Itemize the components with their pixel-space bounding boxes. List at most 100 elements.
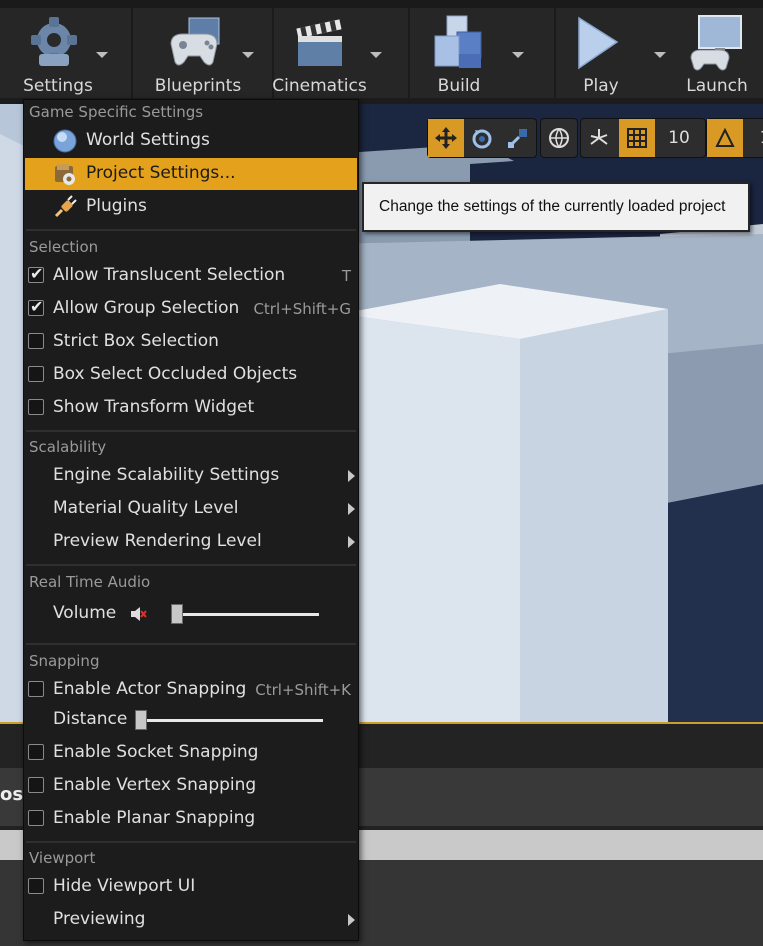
menu-item-box-select-occluded[interactable]: Box Select Occluded Objects [25, 359, 357, 391]
checkbox-unchecked[interactable] [28, 366, 44, 382]
menu-item-label: Previewing [53, 909, 146, 929]
project-settings-icon [55, 164, 75, 185]
submenu-arrow-icon [348, 536, 355, 548]
checkbox-unchecked[interactable] [28, 878, 44, 894]
menu-item-preview-rendering[interactable]: Preview Rendering Level [25, 526, 357, 558]
grid-icon [627, 128, 647, 148]
menu-item-engine-scalability[interactable]: Engine Scalability Settings [25, 460, 357, 492]
launch-label: Launch [686, 76, 748, 96]
submenu-arrow-icon [348, 914, 355, 926]
translate-mode-button[interactable] [428, 119, 464, 157]
gear-icon [31, 17, 77, 66]
menu-item-label: Project Settings... [86, 163, 236, 183]
menu-item-enable-actor-snapping[interactable]: Enable Actor Snapping Ctrl+Shift+K [25, 674, 357, 706]
main-toolbar: Settings Blueprints Cinematics Build Pla… [0, 0, 763, 104]
play-label: Play [583, 76, 619, 96]
menu-item-project-settings[interactable]: Project Settings... [25, 158, 357, 190]
checkbox-unchecked[interactable] [28, 744, 44, 760]
menu-item-label: Engine Scalability Settings [53, 465, 280, 485]
section-audio-heading: Real Time Audio [29, 573, 151, 591]
settings-label: Settings [23, 76, 93, 96]
menu-item-material-quality[interactable]: Material Quality Level [25, 493, 357, 525]
transform-mode-group [427, 118, 537, 158]
launch-monitor-icon [690, 15, 742, 71]
menu-item-allow-translucent-selection[interactable]: ✔ Allow Translucent Selection T [25, 260, 357, 292]
section-selection-heading: Selection [29, 238, 99, 256]
project-settings-tooltip: Change the settings of the currently loa… [362, 182, 750, 232]
scale-icon [507, 129, 527, 149]
surface-snap-icon [590, 129, 608, 145]
tooltip-text: Change the settings of the currently loa… [379, 198, 726, 215]
volume-slider-thumb[interactable] [171, 604, 183, 624]
shortcut-label: Ctrl+Shift+G [253, 300, 351, 318]
cinematics-button[interactable]: Cinematics [272, 8, 392, 98]
volume-label: Volume [53, 603, 117, 623]
menu-item-enable-vertex-snapping[interactable]: Enable Vertex Snapping [25, 770, 357, 802]
checkbox-checked[interactable]: ✔ [28, 264, 44, 283]
scale-mode-button[interactable] [500, 119, 536, 157]
settings-button[interactable]: Settings [10, 8, 110, 98]
submenu-arrow-icon [348, 470, 355, 482]
mute-speaker-icon[interactable] [129, 605, 147, 623]
grid-snap-value: 10 [668, 128, 690, 148]
blueprints-label: Blueprints [154, 76, 242, 96]
rotate-mode-button[interactable] [464, 119, 500, 157]
section-viewport-heading: Viewport [29, 849, 96, 867]
menu-divider [26, 564, 356, 566]
menu-item-show-transform-widget[interactable]: Show Transform Widget [25, 392, 357, 424]
cinematics-label: Cinematics [272, 76, 367, 96]
launch-button[interactable]: Launch [676, 8, 760, 98]
menu-item-label: Hide Viewport UI [53, 876, 196, 896]
checkbox-checked[interactable]: ✔ [28, 297, 44, 316]
menu-item-label: World Settings [86, 130, 210, 150]
globe-outline-icon [549, 128, 569, 149]
toolbar-top-strip [0, 0, 763, 8]
clapperboard-icon [296, 19, 342, 66]
menu-divider [26, 430, 356, 432]
menu-item-plugins[interactable]: Plugins [25, 191, 357, 223]
rotation-snap-group: 1 [706, 118, 763, 158]
menu-item-enable-planar-snapping[interactable]: Enable Planar Snapping [25, 803, 357, 835]
world-coordinate-button[interactable] [541, 119, 577, 157]
grid-snap-value-dropdown[interactable]: 10 [661, 119, 697, 157]
menu-item-allow-group-selection[interactable]: ✔ Allow Group Selection Ctrl+Shift+G [25, 293, 357, 325]
rotation-snap-value-dropdown[interactable]: 1 [747, 119, 763, 157]
grid-snap-toggle[interactable] [619, 119, 655, 157]
build-button[interactable]: Build [410, 8, 530, 98]
checkbox-unchecked[interactable] [28, 810, 44, 826]
checkbox-unchecked[interactable] [28, 333, 44, 349]
volume-slider-track[interactable] [175, 613, 319, 616]
play-button[interactable]: Play [556, 8, 676, 98]
plug-icon [54, 195, 77, 218]
menu-item-enable-socket-snapping[interactable]: Enable Socket Snapping [25, 737, 357, 769]
menu-item-label: Box Select Occluded Objects [53, 364, 298, 384]
checkbox-unchecked[interactable] [28, 681, 44, 697]
blueprints-button[interactable]: Blueprints [150, 8, 260, 98]
menu-item-volume: Volume [25, 598, 357, 630]
section-game-specific-heading: Game Specific Settings [29, 103, 204, 121]
menu-item-label: Enable Actor Snapping [53, 679, 247, 699]
rotation-snap-toggle[interactable] [707, 119, 743, 157]
menu-item-world-settings[interactable]: World Settings [25, 125, 357, 157]
angle-icon [715, 127, 735, 147]
menu-item-label: Allow Group Selection [53, 298, 240, 318]
settings-dropdown-menu: Game Specific Settings World Settings Pr… [23, 99, 359, 941]
checkbox-unchecked[interactable] [28, 777, 44, 793]
distance-slider-track[interactable] [141, 719, 323, 722]
surface-snapping-button[interactable] [581, 119, 617, 157]
distance-slider-thumb[interactable] [135, 710, 147, 730]
menu-item-hide-viewport-ui[interactable]: Hide Viewport UI [25, 871, 357, 903]
rotation-snap-value: 1 [760, 128, 763, 148]
section-snapping-heading: Snapping [29, 652, 100, 670]
menu-item-label: Preview Rendering Level [53, 531, 262, 551]
checkmark-icon: ✔ [30, 297, 44, 316]
play-icon [578, 16, 619, 70]
menu-item-strict-box-selection[interactable]: Strict Box Selection [25, 326, 357, 358]
menu-item-snap-distance: Distance [25, 704, 357, 736]
checkbox-unchecked[interactable] [28, 399, 44, 415]
menu-item-previewing[interactable]: Previewing [25, 904, 357, 936]
menu-item-label: Enable Vertex Snapping [53, 775, 257, 795]
toolbar-separator [131, 8, 133, 98]
menu-item-label: Enable Socket Snapping [53, 742, 259, 762]
settings-dropdown-arrow [96, 52, 108, 58]
